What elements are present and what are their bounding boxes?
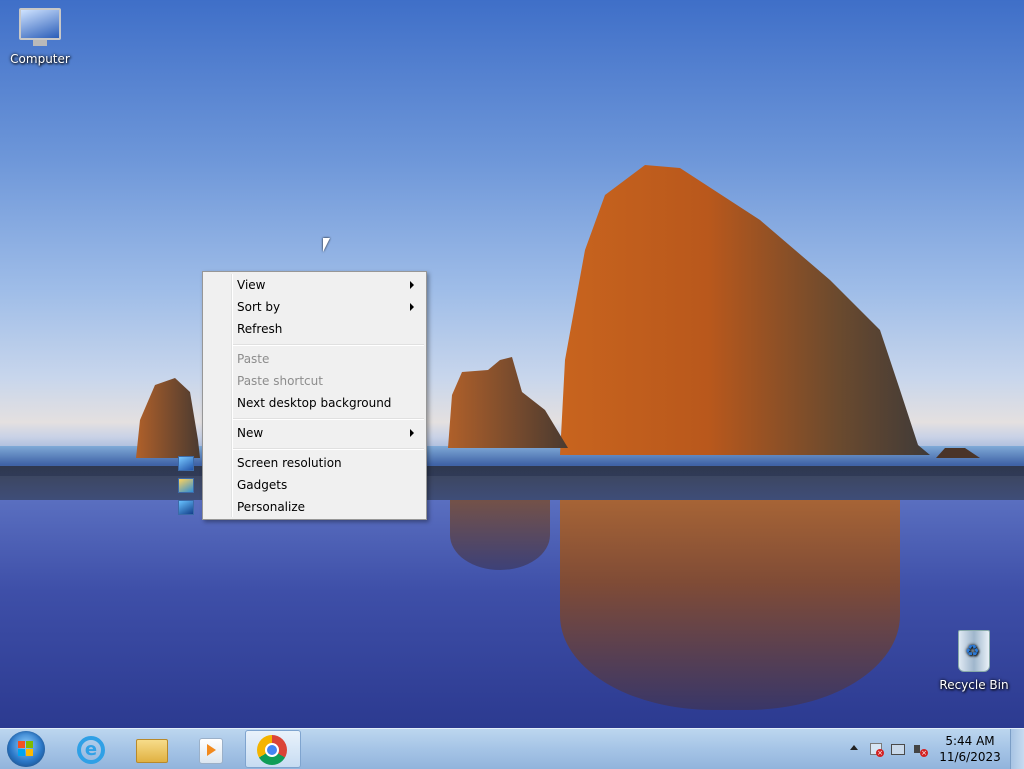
menu-item-label: Sort by <box>237 300 281 314</box>
menu-item-label: Personalize <box>237 500 306 514</box>
screen-resolution-icon <box>178 456 194 471</box>
menu-item-screen-resolution[interactable]: Screen resolution <box>178 452 424 474</box>
show-hidden-icons-chevron-icon[interactable] <box>850 745 858 750</box>
volume-muted-icon[interactable]: × <box>912 741 928 757</box>
menu-separator <box>233 448 424 450</box>
menu-item-new[interactable]: New <box>205 422 424 444</box>
action-center-flag-icon[interactable]: × <box>868 741 884 757</box>
clock[interactable]: 5:44 AM 11/6/2023 <box>934 733 1006 765</box>
media-player-icon <box>199 738 223 764</box>
menu-item-paste: Paste <box>205 348 424 370</box>
menu-item-label: Screen resolution <box>237 456 342 470</box>
taskbar-internet-explorer[interactable]: e <box>63 730 119 768</box>
windows-logo-icon <box>18 741 34 757</box>
menu-item-paste-shortcut: Paste shortcut <box>205 370 424 392</box>
submenu-arrow-icon <box>410 281 414 289</box>
menu-item-view[interactable]: View <box>205 274 424 296</box>
mouse-cursor-icon <box>323 238 330 252</box>
desktop-icon-recycle-bin[interactable]: Recycle Bin <box>936 630 1012 692</box>
desktop-icon-label: Recycle Bin <box>939 678 1009 692</box>
taskbar-media-player[interactable] <box>183 730 239 768</box>
menu-item-label: Gadgets <box>237 478 288 492</box>
internet-explorer-icon: e <box>77 736 105 764</box>
recycle-bin-icon <box>958 630 990 672</box>
taskbar-chrome[interactable] <box>245 730 301 768</box>
personalize-icon <box>178 500 194 515</box>
desktop-context-menu: View Sort by Refresh Paste Paste shortcu… <box>178 271 427 520</box>
submenu-arrow-icon <box>410 303 414 311</box>
start-button[interactable] <box>7 731 45 767</box>
menu-separator <box>233 344 424 346</box>
menu-item-personalize[interactable]: Personalize <box>178 496 424 518</box>
menu-item-next-desktop-background[interactable]: Next desktop background <box>205 392 424 414</box>
clock-date: 11/6/2023 <box>939 750 1001 764</box>
menu-item-label: Paste <box>237 352 270 366</box>
show-desktop-button[interactable] <box>1010 729 1024 769</box>
taskbar-windows-explorer[interactable] <box>123 730 179 768</box>
network-icon[interactable] <box>890 741 906 757</box>
windows-explorer-icon <box>136 739 168 763</box>
desktop-icon-computer[interactable]: Computer <box>2 8 78 66</box>
desktop[interactable]: Computer Recycle Bin View Sort by Refres… <box>0 0 1024 728</box>
menu-item-label: Refresh <box>237 322 283 336</box>
menu-item-label: Next desktop background <box>237 396 392 410</box>
chrome-icon <box>257 735 287 765</box>
computer-icon <box>19 8 61 46</box>
taskbar: e × × 5:44 AM 11/6/2023 <box>0 728 1024 769</box>
menu-item-label: View <box>237 278 266 292</box>
menu-item-sort-by[interactable]: Sort by <box>205 296 424 318</box>
menu-item-label: Paste shortcut <box>237 374 323 388</box>
system-tray: × × 5:44 AM 11/6/2023 <box>834 729 1024 769</box>
wallpaper-haystack-rock <box>136 165 980 458</box>
menu-item-label: New <box>237 426 264 440</box>
menu-item-refresh[interactable]: Refresh <box>205 318 424 340</box>
clock-time: 5:44 AM <box>945 734 995 748</box>
menu-item-gadgets[interactable]: Gadgets <box>178 474 424 496</box>
menu-separator <box>233 418 424 420</box>
gadgets-icon <box>178 478 194 493</box>
desktop-icon-label: Computer <box>10 52 70 66</box>
submenu-arrow-icon <box>410 429 414 437</box>
